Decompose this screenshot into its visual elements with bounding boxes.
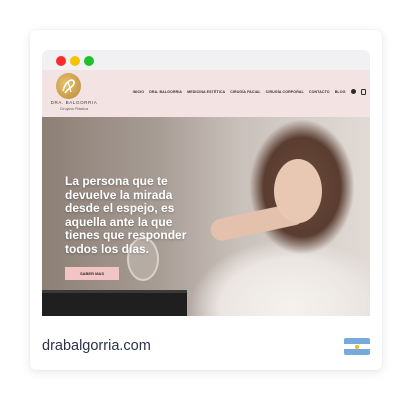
nav-item-cirugia-corporal[interactable]: CIRUGÍA CORPORAL xyxy=(266,90,304,94)
hero-headline: La persona que te devuelve la mirada des… xyxy=(65,174,187,256)
site-header: DRA. BALGORRIA Cirujano Plástica INICIO … xyxy=(42,70,370,117)
saber-mas-button[interactable]: SABER MAS xyxy=(65,267,119,280)
hero-photo-table xyxy=(42,290,187,316)
nav-item-cirugia-facial[interactable]: CIRUGÍA FACIAL xyxy=(230,90,260,94)
instagram-icon[interactable] xyxy=(360,89,366,95)
nav-item-inicio[interactable]: INICIO xyxy=(133,90,145,94)
logo-subtitle: Cirujano Plástica xyxy=(59,107,89,111)
nav-item-contacto[interactable]: CONTACTO xyxy=(309,90,330,94)
minimize-window-dot[interactable] xyxy=(70,56,80,66)
nav-item-medicina-estetica[interactable]: MEDICINA ESTÉTICA xyxy=(187,90,225,94)
logo-icon[interactable] xyxy=(56,73,81,99)
site-domain-label[interactable]: drabalgorria.com xyxy=(42,338,151,354)
hero-photo-face xyxy=(274,159,322,223)
browser-toolbar xyxy=(42,50,370,70)
website-screenshot: DRA. BALGORRIA Cirujano Plástica INICIO … xyxy=(42,70,370,316)
nav-item-dra-balgorria[interactable]: DRA. BALGORRIA xyxy=(149,90,182,94)
logo-title: DRA. BALGORRIA xyxy=(50,100,98,105)
hero-banner: La persona que te devuelve la mirada des… xyxy=(42,117,370,316)
facebook-icon[interactable] xyxy=(350,89,356,95)
nav-item-blog[interactable]: BLOG xyxy=(335,90,346,94)
main-navigation: INICIO DRA. BALGORRIA MEDICINA ESTÉTICA … xyxy=(133,89,366,95)
close-window-dot[interactable] xyxy=(56,56,66,66)
maximize-window-dot[interactable] xyxy=(84,56,94,66)
argentina-flag-icon xyxy=(344,338,370,355)
site-preview-card: DRA. BALGORRIA Cirujano Plástica INICIO … xyxy=(30,30,382,370)
